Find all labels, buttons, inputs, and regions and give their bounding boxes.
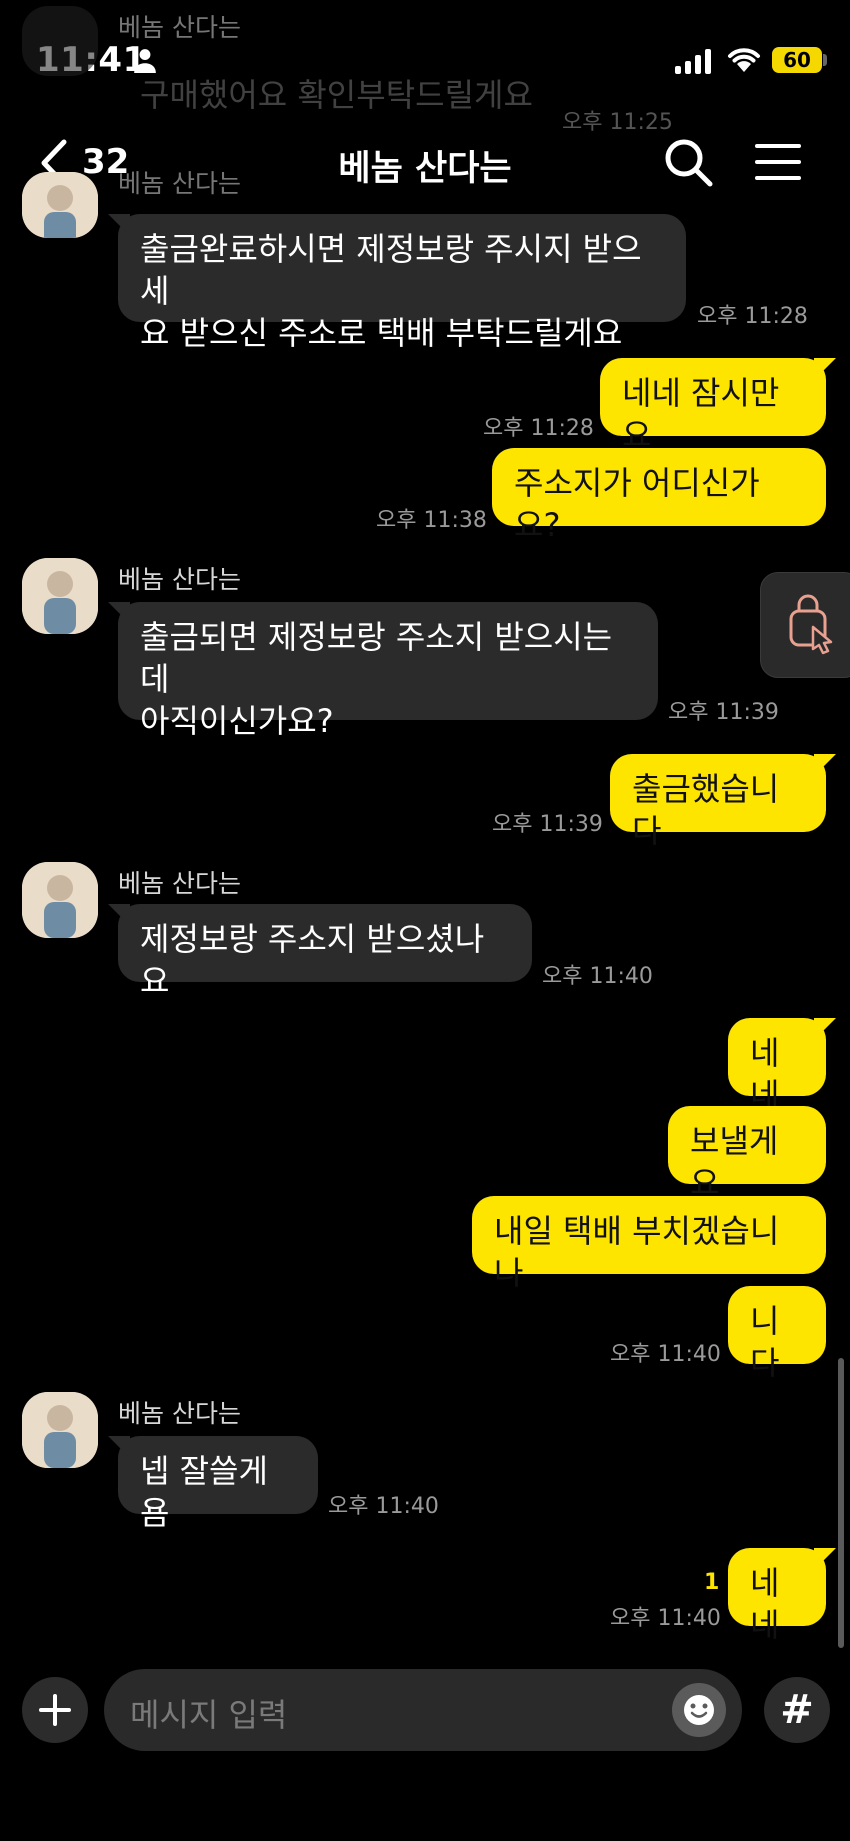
message-bubble[interactable]: 출금되면 제정보랑 주소지 받으시는데 아직이신가요? xyxy=(118,602,658,740)
emoji-button[interactable] xyxy=(672,1683,726,1737)
message-bubble[interactable]: 네네 xyxy=(728,1548,826,1644)
scrollbar[interactable] xyxy=(838,1358,844,1648)
avatar[interactable] xyxy=(22,1392,98,1468)
message-text: 구매했어요 확인부탁드릴게요 xyxy=(140,76,533,114)
message-bubble[interactable]: 출금완료하시면 제정보랑 주시지 받으세 요 받으신 주소로 택배 부탁드릴게요 xyxy=(118,214,686,352)
message-time: 오후 11:40 xyxy=(610,1606,721,1631)
hash-label: # xyxy=(780,1687,814,1733)
message-time: 오후 11:40 xyxy=(328,1494,439,1519)
smiley-icon xyxy=(684,1695,714,1725)
battery-tip xyxy=(823,54,827,66)
message-time: 오후 11:40 xyxy=(542,964,653,989)
search-icon[interactable] xyxy=(662,136,714,188)
message-bubble[interactable]: 제정보랑 주소지 받으셨나요 xyxy=(118,904,532,1000)
sender-name: 베놈 산다는 xyxy=(118,869,241,898)
message-time: 오후 11:39 xyxy=(668,700,779,725)
message-time: 오후 11:38 xyxy=(376,508,487,533)
menu-icon[interactable] xyxy=(755,142,801,182)
shopping-bag-icon xyxy=(789,594,833,655)
message-bubble[interactable]: 내일 택배 부치겠습니나 xyxy=(472,1196,826,1292)
message-time: 오후 11:39 xyxy=(492,812,603,837)
cellular-signal-icon xyxy=(675,48,711,74)
wifi-icon xyxy=(728,48,760,72)
avatar[interactable] xyxy=(22,558,98,634)
message-bubble[interactable]: 넵 잘쓸게욤 xyxy=(118,1436,318,1532)
message-bubble[interactable]: 출금했습니다 xyxy=(610,754,826,850)
hashtag-search-button[interactable]: # xyxy=(764,1677,830,1743)
message-bubble[interactable]: 네네 xyxy=(728,1018,826,1114)
sender-name: 베놈 산다는 xyxy=(118,565,241,594)
chat-title: 베놈 산다는 xyxy=(338,149,512,189)
floating-shopping-button[interactable] xyxy=(760,572,850,678)
message-time: 오후 11:28 xyxy=(697,304,808,329)
message-time: 오후 11:40 xyxy=(610,1342,721,1367)
message-time: 오후 11:25 xyxy=(562,110,673,135)
sender-name: 베놈 산다는 xyxy=(118,13,241,42)
battery-level: 60 xyxy=(783,48,811,72)
plus-icon xyxy=(39,1694,71,1726)
message-bubble[interactable]: 보낼게요 xyxy=(668,1106,826,1202)
battery-indicator: 60 xyxy=(772,47,822,73)
add-attachment-button[interactable] xyxy=(22,1677,88,1743)
message-bubble[interactable]: 주소지가 어디신가요? xyxy=(492,448,826,544)
message-time: 오후 11:28 xyxy=(483,416,594,441)
sender-name: 베놈 산다는 xyxy=(118,1399,241,1428)
avatar[interactable] xyxy=(22,172,98,238)
unread-indicator: 1 xyxy=(704,1570,720,1595)
message-bubble[interactable]: 니다 xyxy=(728,1286,826,1382)
message-input-placeholder: 메시지 입력 xyxy=(130,1696,288,1734)
avatar[interactable] xyxy=(22,862,98,938)
message-bubble[interactable]: 네네 잠시만요 xyxy=(600,358,826,454)
avatar xyxy=(22,6,98,76)
